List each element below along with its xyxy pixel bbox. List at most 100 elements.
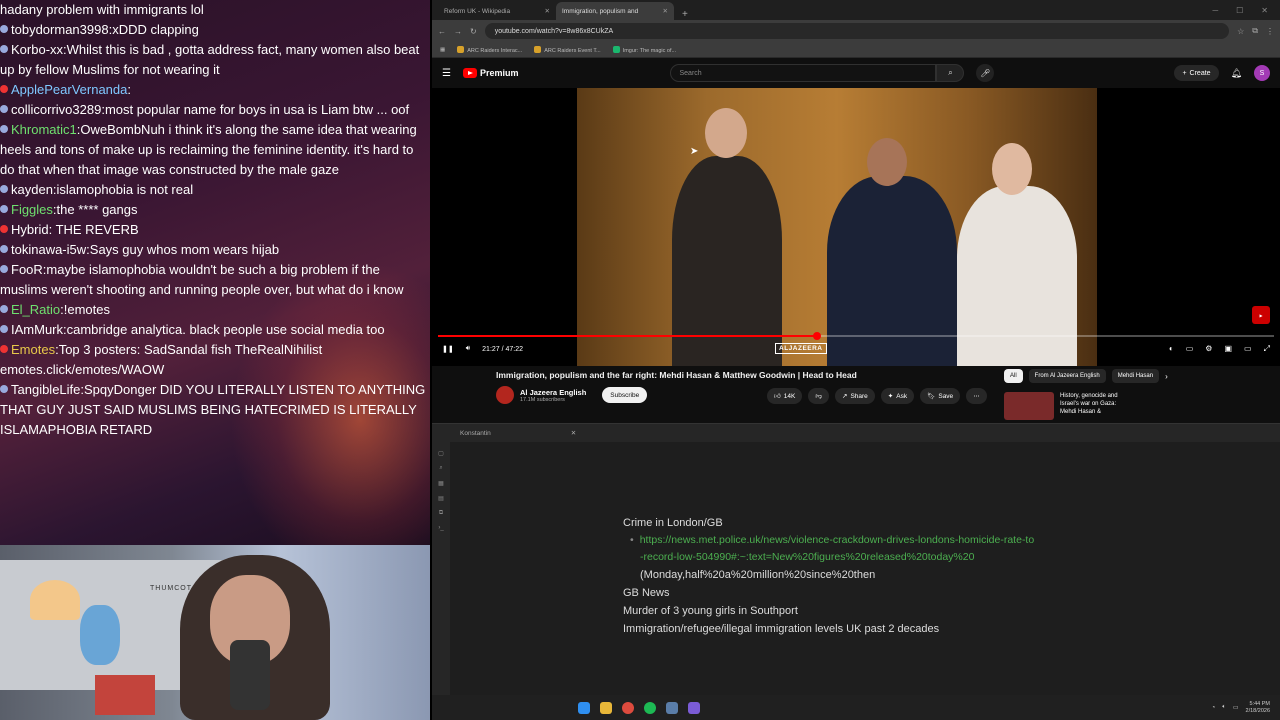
voice-search-icon[interactable]: 🎤︎ [976,64,995,82]
chat-text: :!emotes [60,302,110,317]
badge-icon [0,105,8,113]
subscribe-button[interactable]: Subscribe [602,387,648,403]
miniplayer-icon[interactable]: ▣ [1224,344,1232,354]
progress-knob[interactable] [812,332,821,340]
chip-all[interactable]: All [1004,369,1023,383]
grid-icon[interactable]: ▦ [438,480,444,487]
save-button[interactable]: 🔖︎ Save [920,388,961,404]
captions-icon[interactable]: ▭ [1186,344,1194,354]
bookmark-item[interactable]: ARC Raiders Interac... [457,45,522,54]
share-label: Share [850,392,868,400]
badge-icon [0,385,8,393]
dislike-button[interactable]: 👎︎ [808,388,829,404]
video-frame: ALJAZEERA [577,88,1097,366]
chat-text: :maybe islamophobia wouldn't be such a b… [0,262,404,297]
chat-message: Figgles:the **** gangs [0,200,430,220]
note-link-cont[interactable]: -record-low-504990#:~:text=New%20figures… [640,549,1034,566]
channel-name[interactable]: Al Jazeera English [520,388,586,397]
search-icon[interactable]: ⌕ [936,64,965,82]
back-icon[interactable]: ← [438,27,446,36]
bookmark-item[interactable]: ARC Raiders Event T... [534,45,601,54]
reload-icon[interactable]: ↻ [470,27,477,36]
channel-avatar[interactable] [496,386,514,404]
recommended-video[interactable]: History, genocide and Israel's war on Ga… [1004,392,1132,420]
recommended-thumbnail[interactable] [1004,392,1054,420]
subscribe-badge-icon[interactable]: ▶ [1252,306,1270,324]
maximize-icon[interactable]: ☐ [1236,6,1243,15]
fullscreen-icon[interactable]: ⤢ [1264,344,1270,354]
progress-bar[interactable] [438,332,1274,340]
calendar-icon[interactable]: ▤ [438,495,444,502]
tab-youtube[interactable]: Immigration, populism and ✕ [556,2,674,20]
video-player[interactable]: ALJAZEERA ➤ ▶ ❚❚ 🔊︎ 21:27 / 47:22 ◐ ▭ ⚙ … [432,88,1280,366]
terminal-icon[interactable]: ›_ [438,525,443,531]
pause-icon[interactable]: ❚❚ [442,345,454,353]
chip-mehdi-hasan[interactable]: Mehdi Hasan [1111,369,1160,383]
clock[interactable]: 5:44 PM 2/18/2026 [1246,701,1270,715]
chat-username: IAmMurk [11,322,63,337]
volume-icon[interactable]: 🔊︎ [466,345,470,353]
close-icon[interactable]: ✕ [571,429,576,437]
recommended-title[interactable]: History, genocide and Israel's war on Ga… [1060,392,1132,420]
search-icon[interactable]: ⌕ [439,465,442,472]
hamburger-icon[interactable]: ☰ [442,68,451,79]
files-icon[interactable]: ▢ [438,450,444,457]
copy-icon[interactable]: ⧉ [439,510,443,517]
webcam-feed: THUMCOT SUBSCRIBERS [0,545,430,720]
bookmark-star-icon[interactable]: ☆ [1237,27,1244,36]
close-icon[interactable]: ✕ [663,7,668,15]
note-link[interactable]: • https://news.met.police.uk/news/violenc… [630,532,1034,549]
chat-text: hadany problem with immigrants lol [0,2,204,17]
battery-icon[interactable]: ▭ [1233,704,1239,711]
badge-icon [0,25,8,33]
save-label: Save [938,392,954,400]
volume-icon[interactable]: 🔈︎ [1222,704,1226,711]
chat-username: Emotes [11,342,56,357]
extensions-icon[interactable]: ⧉ [1252,26,1258,36]
notifications-icon[interactable]: 🔔︎ [1231,68,1242,79]
close-icon[interactable]: ✕ [545,7,550,15]
badge-icon [0,205,8,213]
windows-start-icon[interactable] [578,701,590,714]
chat-message: Hybrid: THE REVERB [0,220,430,240]
chat-text: : THE REVERB [48,222,139,237]
settings-icon[interactable]: ⚙ [1205,344,1212,354]
share-icon: ↗ [841,393,848,400]
ask-button[interactable]: ✦ Ask [880,388,915,404]
note-content[interactable]: Crime in London/GB • https://news.met.pol… [623,514,1034,638]
chat-message: FooR:maybe islamophobia wouldn't be such… [0,260,430,300]
badge-icon [0,345,8,353]
close-icon[interactable]: ✕ [1261,6,1268,15]
chrome-icon[interactable] [622,701,634,714]
tab-wikipedia[interactable]: Reform UK - Wikipedia ✕ [438,2,556,20]
chat-username: FooR [11,262,43,277]
chip-from-channel[interactable]: From Al Jazeera English [1028,369,1106,383]
notes-tab-title[interactable]: Konstantin [460,430,491,437]
file-explorer-icon[interactable] [600,701,612,714]
chat-message: TangibleLife:SpqyDonger DID YOU LITERALL… [0,380,430,440]
wifi-icon[interactable]: ◔ [1212,705,1216,711]
create-button[interactable]: + Create [1174,65,1219,81]
youtube-logo[interactable]: Premium [462,68,518,78]
new-tab-button[interactable]: + [674,9,696,20]
url-field[interactable]: youtube.com/watch?v=8w86x8CUkZA [484,23,1230,39]
avatar[interactable]: S [1254,65,1270,81]
bookmark-item[interactable]: Imgur: The magic of... [612,45,676,54]
like-button[interactable]: 👍︎ 14K [767,388,803,404]
bookmarks-bar: ▦ ARC Raiders Interac... ARC Raiders Eve… [432,42,1280,58]
notes-sidebar: ▢ ⌕ ▦ ▤ ⧉ ›_ [432,442,450,695]
chat-message: collicorrivo3289:most popular name for b… [0,100,430,120]
obsidian-icon[interactable] [688,701,700,714]
theater-icon[interactable]: ▭ [1244,344,1252,354]
forward-icon[interactable]: → [454,27,462,36]
share-button[interactable]: ↗ Share [834,388,875,404]
more-button[interactable]: ⋯ [966,388,987,404]
steam-icon[interactable] [666,701,678,714]
autoplay-toggle[interactable]: ◐ [1169,344,1174,354]
menu-icon[interactable]: ⋮ [1266,27,1274,36]
chevron-right-icon[interactable]: › [1165,372,1168,381]
apps-icon[interactable]: ▦ [440,47,445,53]
search-input[interactable]: Search [670,64,937,82]
spotify-icon[interactable] [644,701,656,714]
minimize-icon[interactable]: ─ [1212,6,1218,15]
